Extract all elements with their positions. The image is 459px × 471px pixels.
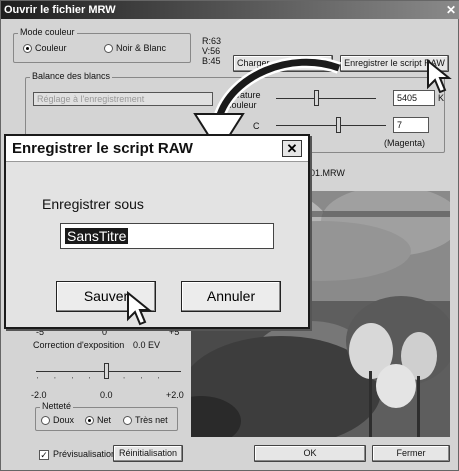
radio-sharp[interactable]: Net xyxy=(85,415,112,426)
white-balance-title: Balance des blancs xyxy=(30,71,113,81)
close-icon[interactable]: ✕ xyxy=(446,1,456,19)
dialog-title: Enregistrer le script RAW xyxy=(6,136,308,162)
exp-lower-mid: 0.0 xyxy=(100,390,113,400)
title-bar: Ouvrir le fichier MRW ✕ xyxy=(1,1,459,19)
radio-color[interactable]: Couleur xyxy=(23,43,67,54)
filename-input[interactable]: SansTitre xyxy=(60,223,274,249)
save-as-label: Enregistrer sous xyxy=(42,196,144,212)
mrw-open-window: Ouvrir le fichier MRW ✕ Mode couleur Cou… xyxy=(0,0,459,471)
exp-lower-min: -2.0 xyxy=(31,390,47,400)
radio-very-sharp-label: Très net xyxy=(135,415,168,425)
radio-bw[interactable]: Noir & Blanc xyxy=(104,43,167,54)
exp-lower-max: +2.0 xyxy=(166,390,184,400)
window-title: Ouvrir le fichier MRW xyxy=(4,4,116,16)
color-mode-title: Mode couleur xyxy=(18,27,77,37)
radio-very-sharp-dot[interactable] xyxy=(123,416,132,426)
radio-color-dot[interactable] xyxy=(23,44,32,54)
save-script-dialog: Enregistrer le script RAW ✕ Enregistrer … xyxy=(4,134,310,329)
close-button[interactable]: Fermer xyxy=(372,445,450,462)
sharpness-title: Netteté xyxy=(40,401,74,411)
dialog-arrow-cursor-icon xyxy=(127,291,152,326)
exposure-label: Correction d'exposition xyxy=(33,340,125,350)
filename-value: SansTitre xyxy=(65,228,129,244)
magenta-label: (Magenta) xyxy=(384,138,426,148)
exposure-slider-thumb[interactable] xyxy=(104,363,109,379)
preview-check-box[interactable]: ✓ xyxy=(39,449,49,460)
radio-sharp-label: Net xyxy=(97,415,112,425)
file-name: 01.MRW xyxy=(310,168,345,178)
preview-checkbox[interactable]: ✓ Prévisualisation xyxy=(39,449,116,460)
dialog-cancel-button[interactable]: Annuler xyxy=(181,281,281,312)
radio-soft[interactable]: Doux xyxy=(41,415,75,426)
radio-bw-label: Noir & Blanc xyxy=(116,43,167,53)
radio-bw-dot[interactable] xyxy=(104,44,113,54)
radio-sharp-dot[interactable] xyxy=(85,416,94,426)
dialog-close-icon[interactable]: ✕ xyxy=(282,140,302,157)
arrow-cursor-icon xyxy=(427,59,452,94)
exposure-ticks: ' ' ' ' ' ' ' ' xyxy=(37,377,167,384)
readout-v: V:56 xyxy=(202,46,221,56)
radio-soft-dot[interactable] xyxy=(41,416,50,426)
ok-button[interactable]: OK xyxy=(254,445,366,462)
cc-field[interactable]: 7 xyxy=(393,117,429,133)
readout-r: R:63 xyxy=(202,36,222,46)
reset-button[interactable]: Réinitialisation xyxy=(113,445,183,462)
radio-soft-label: Doux xyxy=(53,415,75,425)
radio-color-label: Couleur xyxy=(35,43,67,53)
radio-very-sharp[interactable]: Très net xyxy=(123,415,168,426)
exposure-value: 0.0 EV xyxy=(133,340,161,350)
preview-check-label: Prévisualisation xyxy=(53,449,117,459)
